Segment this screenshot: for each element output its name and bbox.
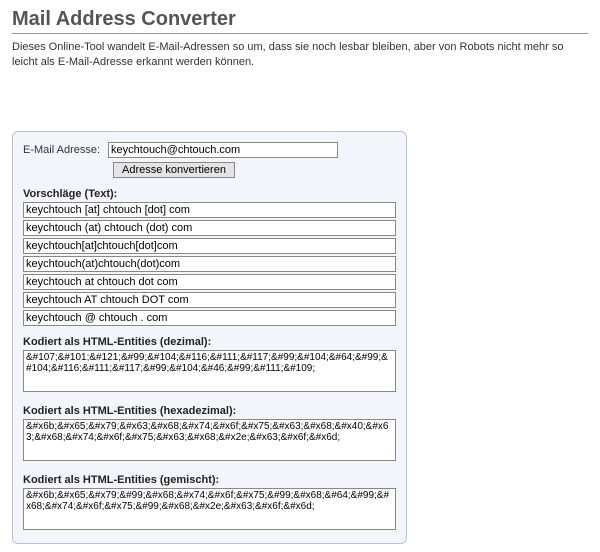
email-input[interactable] [108,142,338,158]
encoded-hex-field[interactable]: &#x6b;&#x65;&#x79;&#x63;&#x68;&#x74;&#x6… [23,419,396,461]
page-title: Mail Address Converter [12,8,588,34]
encoded-mixed-field[interactable]: &#x6b;&#x65;&#x79;&#99;&#x68;&#x74;&#x6f… [23,488,396,530]
intro-text: Dieses Online-Tool wandelt E-Mail-Adress… [12,40,588,71]
email-label: E-Mail Adresse: [23,144,100,156]
encoded-decimal-field[interactable]: &#107;&#101;&#121;&#99;&#104;&#116;&#111… [23,350,396,392]
suggestion-field[interactable] [23,202,396,218]
suggestion-field[interactable] [23,220,396,236]
suggestions-title: Vorschläge (Text): [23,188,396,200]
suggestion-field[interactable] [23,238,396,254]
suggestion-field[interactable] [23,256,396,272]
encoded-decimal-title: Kodiert als HTML-Entities (dezimal): [23,336,396,348]
convert-row: Adresse konvertieren [23,162,396,178]
suggestion-field[interactable] [23,274,396,290]
converter-panel: E-Mail Adresse: Adresse konvertieren Vor… [12,131,407,544]
suggestion-field[interactable] [23,292,396,308]
suggestion-field[interactable] [23,310,396,326]
encoded-mixed-title: Kodiert als HTML-Entities (gemischt): [23,474,396,486]
email-row: E-Mail Adresse: [23,142,396,158]
convert-button[interactable]: Adresse konvertieren [113,162,235,178]
encoded-hex-title: Kodiert als HTML-Entities (hexadezimal): [23,405,396,417]
